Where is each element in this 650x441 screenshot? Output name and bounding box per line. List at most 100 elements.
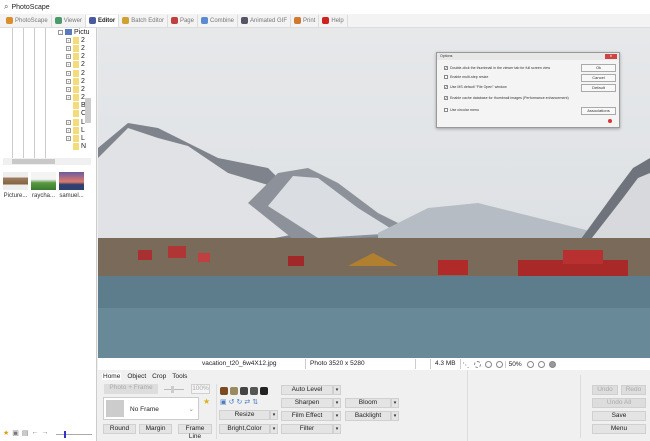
tree-item[interactable]: +2 <box>58 69 96 77</box>
resize-dropdown[interactable]: ▾ <box>270 410 278 420</box>
backlight-dropdown[interactable]: ▾ <box>391 411 399 421</box>
back-icon[interactable]: ← <box>32 429 39 437</box>
forward-icon[interactable]: → <box>42 429 49 437</box>
thumbnail-item[interactable]: Picture... <box>3 172 28 199</box>
expand-icon[interactable]: + <box>66 45 71 51</box>
tab-tools[interactable]: Tools <box>172 373 187 380</box>
dialog-option[interactable]: ✓ Use MS default "File Open" window <box>444 85 507 89</box>
expand-icon[interactable]: + <box>66 86 71 92</box>
tab-batch-editor[interactable]: Batch Editor <box>119 14 168 27</box>
tab-object[interactable]: Object <box>127 373 146 380</box>
expand-icon[interactable]: + <box>66 78 71 84</box>
tab-print[interactable]: Print <box>291 14 320 27</box>
tree-vertical-scrollbar[interactable] <box>85 98 91 123</box>
expand-icon[interactable]: + <box>66 127 71 133</box>
expand-icon[interactable]: + <box>66 136 71 142</box>
rotate-flip-icons[interactable]: ▣↺↻⇄⇅ <box>220 398 260 406</box>
tree-item[interactable]: +2 <box>58 44 96 52</box>
expand-icon[interactable]: + <box>66 62 71 68</box>
opacity-slider[interactable] <box>164 386 184 393</box>
tab-home[interactable]: Home <box>102 373 122 380</box>
undo-button[interactable]: Undo <box>592 385 618 395</box>
ok-button[interactable]: Ok <box>581 64 616 72</box>
round-button[interactable]: Round <box>103 424 136 434</box>
favorite-star-icon[interactable]: ★ <box>203 397 210 406</box>
filter-button[interactable]: Filter <box>281 424 333 434</box>
bright-color-dropdown[interactable]: ▾ <box>270 424 278 434</box>
zoom-out-icon[interactable] <box>537 360 545 368</box>
dialog-option[interactable]: Use circular menu <box>444 108 479 112</box>
save-button[interactable]: Save <box>592 411 646 421</box>
tree-horizontal-scrollbar[interactable] <box>3 158 91 165</box>
undo-all-button[interactable]: Undo All <box>592 398 646 408</box>
associations-button[interactable]: Associations <box>581 107 616 115</box>
collapse-icon[interactable]: - <box>58 29 63 35</box>
tab-editor[interactable]: Editor <box>85 14 120 27</box>
thumbnail-size-slider[interactable] <box>56 431 92 438</box>
margin-button[interactable]: Margin <box>139 424 172 434</box>
photo-frame-button[interactable]: Photo + Frame <box>104 384 158 394</box>
close-icon[interactable]: ✕ <box>605 54 617 59</box>
grayscale-icon[interactable] <box>240 387 248 395</box>
tab-help[interactable]: Help <box>319 14 348 27</box>
sharpen-button[interactable]: Sharpen <box>281 398 333 408</box>
open-folder-icon[interactable]: ▤ <box>22 429 29 437</box>
zoom-full-icon[interactable] <box>495 360 503 368</box>
checkbox[interactable]: ✓ <box>444 85 448 89</box>
tree-item[interactable]: + L <box>58 134 96 143</box>
folder-icon[interactable]: ▣ <box>12 429 19 437</box>
checkbox[interactable]: ✓ <box>444 96 448 100</box>
tab-combine[interactable]: Combine <box>198 14 238 27</box>
thumbnail-item[interactable]: samuel... <box>59 172 84 199</box>
expand-icon[interactable]: + <box>66 119 71 125</box>
film-effect-dropdown[interactable]: ▾ <box>333 411 341 421</box>
zoom-in-icon[interactable] <box>526 360 534 368</box>
redo-button[interactable]: Redo <box>621 385 646 395</box>
bright-color-button[interactable]: Bright,Color <box>219 424 270 434</box>
tab-animated-gif[interactable]: Animated GIF <box>238 14 292 27</box>
folder-tree[interactable]: - Pictu +2 +2 +2 +2 +2 +2 +2 +2 B C + L + L + L N <box>58 28 96 151</box>
auto-level-button[interactable]: Auto Level <box>281 385 333 395</box>
filter-dropdown[interactable]: ▾ <box>333 424 341 434</box>
tree-root[interactable]: - Pictu <box>58 28 96 36</box>
tree-item[interactable]: N <box>58 143 96 151</box>
thumbnail-item[interactable]: raycha... <box>31 172 56 199</box>
black-white-icon[interactable] <box>250 387 258 395</box>
sharpen-dropdown[interactable]: ▾ <box>333 398 341 408</box>
checkbox[interactable] <box>444 108 448 112</box>
zoom-fit-icon[interactable] <box>484 360 492 368</box>
fit-icon[interactable]: ⋱ <box>463 361 470 369</box>
expand-icon[interactable]: + <box>66 70 71 76</box>
tab-page[interactable]: Page <box>168 14 198 27</box>
expand-icon[interactable]: + <box>66 37 71 43</box>
info-icon[interactable] <box>548 360 556 368</box>
tab-viewer[interactable]: Viewer <box>52 14 86 27</box>
tab-photoscape[interactable]: PhotoScape <box>3 14 52 27</box>
sepia-icon[interactable] <box>230 387 238 395</box>
tree-item[interactable]: +2 <box>58 85 96 93</box>
checkbox[interactable]: ✓ <box>444 66 448 70</box>
auto-level-dropdown[interactable]: ▾ <box>333 385 341 395</box>
frame-select[interactable]: No Frame ⌄ <box>103 397 199 420</box>
expand-icon[interactable]: + <box>66 95 71 101</box>
help-icon[interactable] <box>608 119 612 123</box>
negative-icon[interactable] <box>260 387 268 395</box>
default-button[interactable]: Default <box>581 84 616 92</box>
tree-item[interactable]: +2 <box>58 77 96 85</box>
star-icon[interactable]: ★ <box>3 429 9 437</box>
dialog-option[interactable]: Enable multi-step resize <box>444 75 488 79</box>
frame-line-button[interactable]: Frame Line <box>178 424 212 440</box>
cancel-button[interactable]: Cancel <box>581 74 616 82</box>
dialog-option[interactable]: ✓ Double-click the thumbnail in the viewe… <box>444 66 550 70</box>
backlight-button[interactable]: Backlight <box>345 411 391 421</box>
expand-icon[interactable]: + <box>66 54 71 60</box>
film-effect-button[interactable]: Film Effect <box>281 411 333 421</box>
tree-item[interactable]: +2 <box>58 53 96 61</box>
tab-crop[interactable]: Crop <box>152 373 166 380</box>
actual-size-icon[interactable] <box>473 360 481 368</box>
tree-item[interactable]: +2 <box>58 61 96 69</box>
resize-button[interactable]: Resize <box>219 410 270 420</box>
checkbox[interactable] <box>444 75 448 79</box>
dialog-option[interactable]: ✓ Enable cache database for thumbnail ima… <box>444 96 569 100</box>
bloom-button[interactable]: Bloom <box>345 398 391 408</box>
